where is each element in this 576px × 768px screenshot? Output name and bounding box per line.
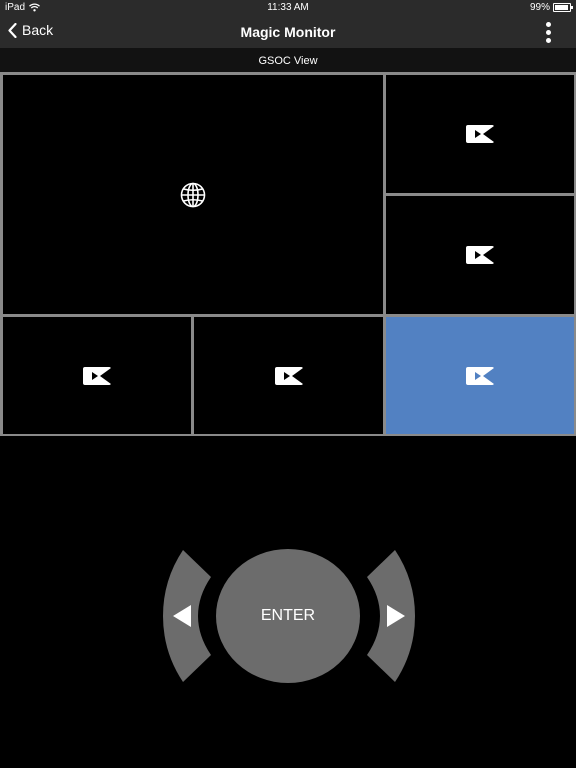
page-title: Magic Monitor (240, 24, 336, 40)
menu-dot (545, 29, 551, 35)
status-right: 99% (529, 2, 573, 13)
tile-bottom-middle[interactable] (194, 317, 383, 434)
navigation-controls: ENTER (160, 546, 418, 686)
more-menu-button[interactable] (536, 21, 560, 43)
video-camera-icon (274, 366, 303, 385)
battery-percent: 99% (529, 2, 550, 13)
chevron-left-icon (8, 22, 17, 38)
menu-dot (545, 37, 551, 43)
video-camera-icon (83, 366, 111, 385)
tile-bottom-right[interactable] (386, 317, 574, 434)
tile-right-middle[interactable] (386, 196, 574, 314)
enter-label: ENTER (260, 607, 316, 624)
tile-bottom-left[interactable] (3, 317, 191, 434)
status-bar: iPad 11:33 AM 99% (0, 0, 576, 16)
monitor-grid (0, 72, 576, 436)
status-time: 11:33 AM (267, 2, 309, 13)
tile-right-top[interactable] (386, 75, 574, 193)
tile-main[interactable] (3, 75, 383, 314)
next-button[interactable] (367, 550, 415, 682)
navigation-bar: Back Magic Monitor (0, 16, 576, 48)
video-camera-icon (466, 366, 494, 385)
menu-dot (545, 21, 551, 27)
previous-button[interactable] (163, 550, 211, 682)
view-title: GSOC View (0, 48, 576, 72)
enter-button[interactable]: ENTER (216, 549, 360, 683)
globe-icon (180, 182, 206, 207)
video-camera-icon (466, 125, 494, 143)
back-button[interactable]: Back (8, 22, 53, 38)
video-camera-icon (466, 246, 494, 264)
back-label: Back (22, 22, 54, 38)
battery-icon (553, 3, 573, 12)
